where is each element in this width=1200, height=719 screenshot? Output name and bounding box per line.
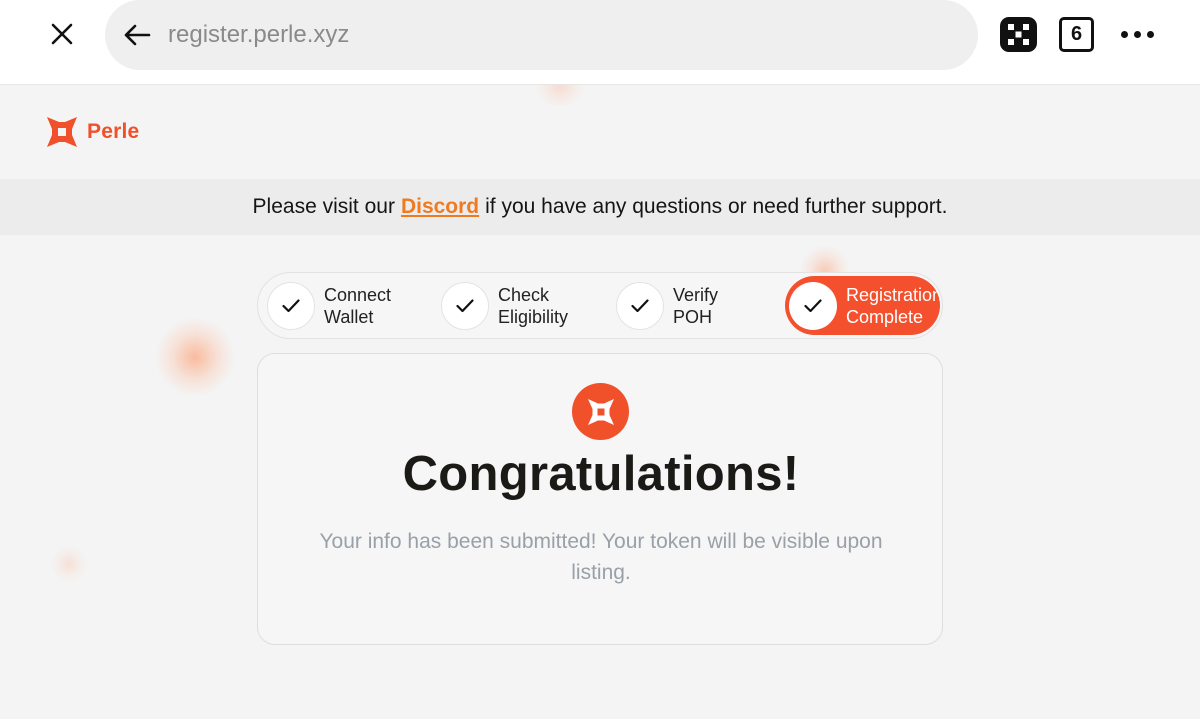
perle-logo-icon [587, 398, 614, 425]
address-bar[interactable]: register.perle.xyz [105, 0, 978, 70]
confirmation-message: Your info has been submitted! Your token… [319, 530, 883, 584]
extension-button[interactable] [1000, 17, 1037, 52]
registration-stepper: Connect Wallet Check Eligibility Verify … [257, 272, 943, 339]
okx-wallet-icon [1008, 24, 1029, 45]
perle-logo-icon [47, 117, 77, 147]
more-horizontal-icon [1120, 31, 1128, 38]
step-check-eligibility: Check Eligibility [441, 273, 568, 338]
url-text[interactable]: register.perle.xyz [168, 20, 349, 50]
confirmation-card: Congratulations! Your info has been subm… [257, 353, 943, 645]
background-glow [530, 85, 590, 105]
check-icon [631, 298, 649, 312]
more-horizontal-icon [1133, 31, 1141, 38]
step-label: Registration Complete [846, 284, 940, 327]
notice-text-after: if you have any questions or need furthe… [485, 195, 948, 218]
check-icon [456, 298, 474, 312]
step-verify-poh: Verify POH [616, 273, 718, 338]
more-horizontal-icon [1146, 31, 1154, 38]
tab-count: 6 [1070, 23, 1083, 45]
step-label: Verify POH [673, 284, 719, 327]
step-check [267, 281, 315, 330]
step-label: Check Eligibility [498, 284, 569, 327]
discord-link[interactable]: Discord [401, 195, 479, 219]
back-button[interactable] [119, 17, 155, 53]
close-icon [51, 23, 73, 45]
step-registration-complete[interactable]: Registration Complete [785, 276, 940, 335]
brand-name: Perle [87, 120, 140, 143]
background-glow [50, 545, 88, 583]
support-notice: Please visit our Discord if you have any… [0, 179, 1200, 235]
browser-toolbar: register.perle.xyz 6 [0, 0, 1200, 85]
check-icon [282, 298, 300, 312]
step-check [616, 281, 664, 330]
check-icon [804, 298, 822, 312]
step-check [789, 281, 837, 330]
close-button[interactable] [40, 16, 84, 52]
arrow-left-icon [124, 24, 151, 46]
tabs-button[interactable]: 6 [1059, 17, 1094, 52]
notice-text-before: Please visit our [252, 195, 395, 218]
step-connect-wallet: Connect Wallet [267, 273, 391, 338]
perle-badge-icon [572, 383, 629, 440]
background-glow [155, 317, 235, 397]
step-label: Connect Wallet [324, 284, 392, 327]
page-content: Perle Please visit our Discord if you ha… [0, 85, 1200, 719]
perle-logo[interactable]: Perle [47, 117, 139, 147]
congratulations-title: Congratulations! [402, 447, 800, 501]
more-menu-button[interactable] [1112, 17, 1162, 52]
step-check [441, 281, 489, 330]
